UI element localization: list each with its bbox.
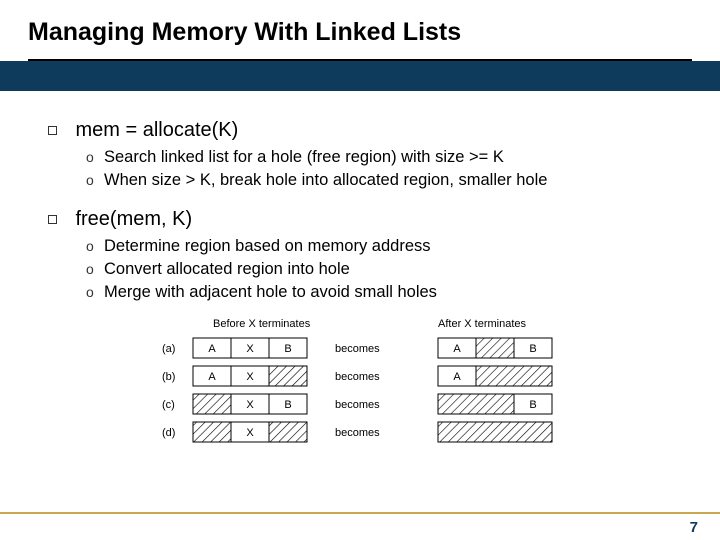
square-bullet-icon (48, 215, 57, 224)
slide-title: Managing Memory With Linked Lists (28, 18, 692, 47)
svg-text:B: B (284, 343, 291, 355)
svg-text:B: B (529, 399, 536, 411)
merge-diagram: .lab { font: 11px Arial; } .hdr { font: … (158, 316, 692, 461)
hole-cell (476, 338, 514, 358)
hole-cell (193, 394, 231, 414)
sub-list-free: o Determine region based on memory addre… (86, 237, 692, 302)
title-area: Managing Memory With Linked Lists (0, 0, 720, 55)
list-item-text: Merge with adjacent hole to avoid small … (104, 283, 437, 302)
becomes-label: becomes (335, 427, 380, 439)
circle-marker-icon: o (86, 149, 104, 165)
becomes-label: becomes (335, 343, 380, 355)
diagram-row-label: (a) (162, 343, 175, 355)
section-allocate: mem = allocate(K) (48, 119, 692, 142)
section-heading: free(mem, K) (75, 208, 192, 230)
list-item-text: When size > K, break hole into allocated… (104, 171, 547, 190)
header-blue-bar (0, 61, 720, 91)
diagram-row-label: (c) (162, 399, 175, 411)
hole-cell (438, 394, 514, 414)
list-item-text: Convert allocated region into hole (104, 260, 350, 279)
hole-cell (438, 422, 552, 442)
svg-text:B: B (529, 343, 536, 355)
becomes-label: becomes (335, 371, 380, 383)
diagram-svg: .lab { font: 11px Arial; } .hdr { font: … (158, 316, 578, 456)
diagram-header-right: After X terminates (438, 318, 527, 330)
circle-marker-icon: o (86, 238, 104, 254)
circle-marker-icon: o (86, 172, 104, 188)
list-item: o Convert allocated region into hole (86, 260, 692, 279)
circle-marker-icon: o (86, 284, 104, 300)
svg-text:X: X (246, 343, 254, 355)
svg-text:A: A (453, 371, 461, 383)
svg-text:A: A (208, 371, 216, 383)
svg-text:X: X (246, 399, 254, 411)
list-item-text: Determine region based on memory address (104, 237, 431, 256)
list-item: o When size > K, break hole into allocat… (86, 171, 692, 190)
diagram-header-left: Before X terminates (213, 318, 311, 330)
svg-text:A: A (453, 343, 461, 355)
becomes-label: becomes (335, 399, 380, 411)
svg-text:X: X (246, 427, 254, 439)
diagram-row-label: (d) (162, 427, 175, 439)
list-item: o Determine region based on memory addre… (86, 237, 692, 256)
circle-marker-icon: o (86, 261, 104, 277)
page-number: 7 (690, 519, 698, 536)
hole-cell (269, 422, 307, 442)
sub-list-allocate: o Search linked list for a hole (free re… (86, 148, 692, 190)
list-item: o Search linked list for a hole (free re… (86, 148, 692, 167)
diagram-row-label: (b) (162, 371, 175, 383)
list-item-text: Search linked list for a hole (free regi… (104, 148, 504, 167)
square-bullet-icon (48, 126, 57, 135)
content-area: mem = allocate(K) o Search linked list f… (0, 91, 720, 461)
hole-cell (476, 366, 552, 386)
section-heading: mem = allocate(K) (75, 119, 238, 141)
svg-text:A: A (208, 343, 216, 355)
hole-cell (193, 422, 231, 442)
list-item: o Merge with adjacent hole to avoid smal… (86, 283, 692, 302)
hole-cell (269, 366, 307, 386)
section-free: free(mem, K) (48, 208, 692, 231)
footer-divider (0, 512, 720, 514)
svg-text:B: B (284, 399, 291, 411)
svg-text:X: X (246, 371, 254, 383)
